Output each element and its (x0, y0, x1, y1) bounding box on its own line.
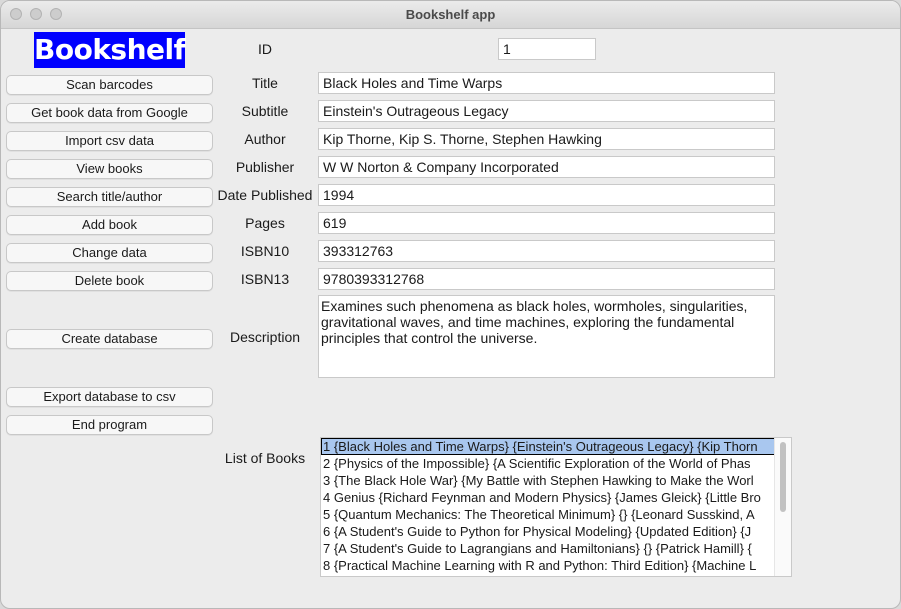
date-published-field[interactable]: 1994 (318, 184, 775, 206)
import-csv-button[interactable]: Import csv data (6, 131, 213, 151)
isbn10-label: ISBN10 (240, 243, 290, 259)
pages-field[interactable]: 619 (318, 212, 775, 234)
list-item[interactable]: 7 {A Student's Guide to Lagrangians and … (321, 540, 775, 557)
isbn13-label: ISBN13 (240, 271, 290, 287)
id-field[interactable]: 1 (498, 38, 596, 60)
list-item[interactable]: 2 {Physics of the Impossible} {A Scienti… (321, 455, 775, 472)
window-title: Bookshelf app (405, 7, 496, 22)
end-program-button[interactable]: End program (6, 415, 213, 435)
export-csv-button[interactable]: Export database to csv (6, 387, 213, 407)
pages-label: Pages (245, 215, 285, 231)
list-item[interactable]: 3 {The Black Hole War} {My Battle with S… (321, 472, 775, 489)
delete-book-button[interactable]: Delete book (6, 271, 213, 291)
subtitle-field[interactable]: Einstein's Outrageous Legacy (318, 100, 775, 122)
add-book-button[interactable]: Add book (6, 215, 213, 235)
list-item[interactable]: 6 {A Student's Guide to Python for Physi… (321, 523, 775, 540)
scan-barcodes-button[interactable]: Scan barcodes (6, 75, 213, 95)
title-bar: Bookshelf app (1, 1, 900, 29)
publisher-field[interactable]: W W Norton & Company Incorporated (318, 156, 775, 178)
view-books-button[interactable]: View books (6, 159, 213, 179)
change-data-button[interactable]: Change data (6, 243, 213, 263)
id-label: ID (258, 41, 272, 57)
create-database-button[interactable]: Create database (6, 329, 213, 349)
books-list: 1 {Black Holes and Time Warps} {Einstein… (321, 438, 775, 574)
app-window: Bookshelf app Bookshelf Scan barcodes Ge… (0, 0, 901, 609)
app-logo: Bookshelf (34, 32, 186, 68)
subtitle-label: Subtitle (241, 103, 289, 119)
list-of-books-label: List of Books (224, 450, 306, 466)
list-item[interactable]: 1 {Black Holes and Time Warps} {Einstein… (321, 438, 775, 455)
isbn10-field[interactable]: 393312763 (318, 240, 775, 262)
description-textarea[interactable]: Examines such phenomena as black holes, … (318, 295, 775, 378)
list-item[interactable]: 4 Genius {Richard Feynman and Modern Phy… (321, 489, 775, 506)
books-listbox[interactable]: 1 {Black Holes and Time Warps} {Einstein… (320, 437, 792, 577)
title-field[interactable]: Black Holes and Time Warps (318, 72, 775, 94)
title-label: Title (252, 75, 278, 91)
author-field[interactable]: Kip Thorne, Kip S. Thorne, Stephen Hawki… (318, 128, 775, 150)
list-item[interactable]: 5 {Quantum Mechanics: The Theoretical Mi… (321, 506, 775, 523)
publisher-label: Publisher (235, 159, 295, 175)
list-scrollbar[interactable] (774, 438, 791, 576)
scrollbar-thumb[interactable] (780, 442, 786, 512)
date-published-label: Date Published (217, 187, 313, 203)
list-item[interactable]: 8 {Practical Machine Learning with R and… (321, 557, 775, 574)
get-book-data-google-button[interactable]: Get book data from Google (6, 103, 213, 123)
author-label: Author (244, 131, 286, 147)
description-label: Description (229, 329, 301, 345)
isbn13-field[interactable]: 9780393312768 (318, 268, 775, 290)
search-title-author-button[interactable]: Search title/author (6, 187, 213, 207)
